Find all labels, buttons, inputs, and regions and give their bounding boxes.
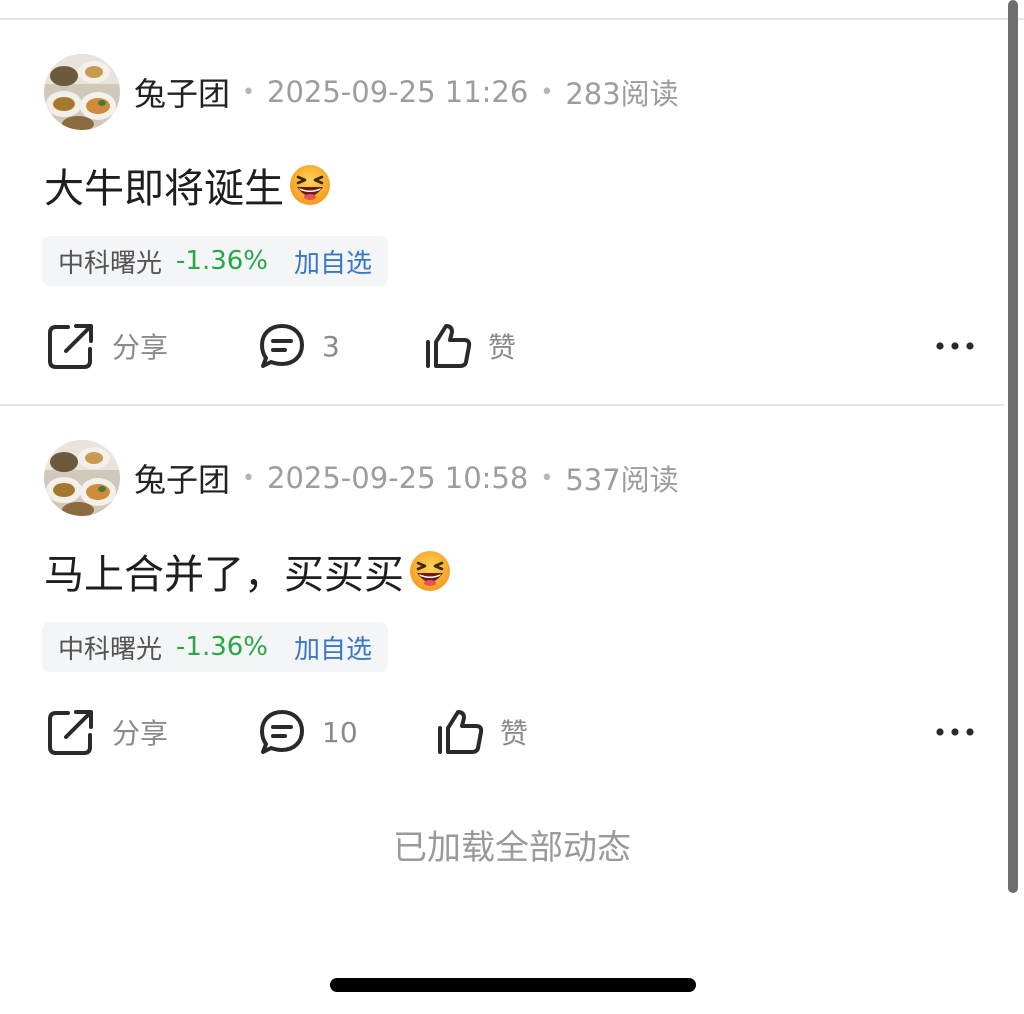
separator-dot: • [242,79,255,105]
stock-change: -1.36% [176,632,268,662]
comment-button[interactable]: 10 [258,706,358,758]
scrollbar[interactable] [1008,0,1018,893]
post-actions: 分享 10 赞 [0,706,1004,758]
share-button[interactable]: 分享 [46,706,168,758]
share-icon [48,324,93,369]
post-timestamp: 2025-09-25 11:26 [267,75,529,109]
add-to-watchlist-button[interactable]: 加自选 [294,243,372,280]
view-count: 537阅读 [565,463,679,497]
more-icon [936,728,974,736]
grinning-squinting-face-emoji [290,165,330,205]
add-to-watchlist-button[interactable]: 加自选 [294,629,372,666]
stock-name[interactable]: 中科曙光 [58,243,162,280]
stock-tag[interactable]: 中科曙光 -1.36% 加自选 [42,236,389,286]
load-status-text: 已加载全部动态 [393,828,631,868]
share-button[interactable]: 分享 [46,320,168,372]
share-icon [48,710,93,755]
stock-change: -1.36% [176,246,268,276]
post-actions: 分享 3 赞 [0,320,1004,372]
post-text: 马上合并了，买买买 [44,552,404,598]
share-label: 分享 [112,717,169,750]
post-card[interactable]: 兔子团 • 2025-09-25 10:58 • 537阅读 马上合并了，买买买 [0,406,1004,786]
avatar[interactable] [44,54,120,130]
comment-count: 3 [322,329,340,363]
like-label: 赞 [488,331,517,364]
stock-tag[interactable]: 中科曙光 -1.36% 加自选 [42,622,389,672]
post-card[interactable]: 兔子团 • 2025-09-25 11:26 • 283阅读 大牛即将诞生 中科… [0,20,1004,404]
username[interactable]: 兔子团 [134,455,230,501]
feed-page: 兔子团 • 2025-09-25 11:26 • 283阅读 大牛即将诞生 中科… [0,0,1024,1014]
post-text: 大牛即将诞生 [44,166,284,212]
view-count: 283阅读 [565,77,679,111]
post-content[interactable]: 马上合并了，买买买 [44,546,452,598]
separator-dot: • [540,79,554,105]
home-indicator[interactable] [330,978,696,992]
post-header: 兔子团 • 2025-09-25 11:26 • 283阅读 [134,70,679,114]
share-label: 分享 [112,331,169,364]
username[interactable]: 兔子团 [134,69,230,115]
post-header: 兔子团 • 2025-09-25 10:58 • 537阅读 [134,456,679,500]
stock-name[interactable]: 中科曙光 [58,629,162,666]
comment-icon [260,324,304,368]
separator-dot: • [242,465,255,491]
post-timestamp: 2025-09-25 10:58 [267,461,529,495]
like-button[interactable]: 赞 [436,706,528,758]
thumbs-up-icon [438,710,484,754]
comment-count: 10 [322,715,358,749]
like-button[interactable]: 赞 [424,320,516,372]
more-options-button[interactable] [934,334,978,358]
grinning-squinting-face-emoji [410,551,450,591]
avatar[interactable] [44,440,120,516]
more-options-button[interactable] [934,720,978,744]
comment-button[interactable]: 3 [258,320,340,372]
like-label: 赞 [500,717,529,750]
more-icon [936,342,974,350]
thumbs-up-icon [426,324,472,368]
post-content[interactable]: 大牛即将诞生 [44,160,332,212]
comment-icon [260,710,304,754]
separator-dot: • [540,465,554,491]
